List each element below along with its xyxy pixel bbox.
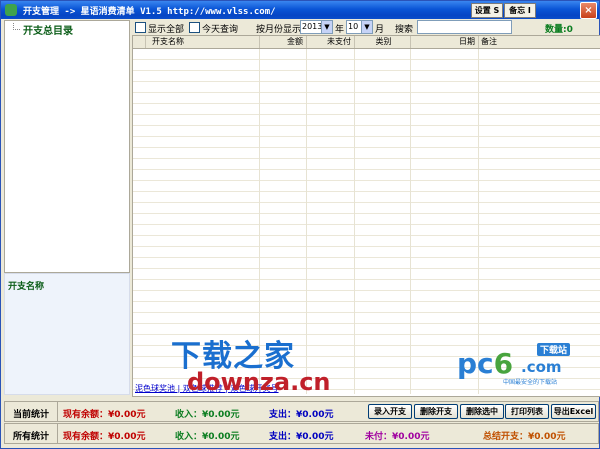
column-divider bbox=[354, 49, 355, 394]
column-header-marker[interactable] bbox=[133, 36, 146, 48]
month-select[interactable]: 10 ▼ bbox=[346, 20, 373, 34]
current-income: 收入：¥0.00元 bbox=[175, 410, 240, 420]
app-icon bbox=[5, 4, 17, 16]
current-stats-label: 当前统计 bbox=[13, 410, 50, 420]
column-divider bbox=[410, 49, 411, 394]
show-all-label: 显示全部 bbox=[148, 25, 185, 35]
all-stats-label: 所有统计 bbox=[13, 432, 50, 442]
search-input[interactable] bbox=[417, 20, 512, 34]
export-excel-button[interactable]: 导出Excel bbox=[551, 404, 596, 419]
pc6-logo-text: pc6 bbox=[457, 347, 514, 380]
month-label: 月 bbox=[375, 25, 385, 35]
total-balance: 现有余额：¥0.00元 bbox=[63, 432, 146, 442]
tree-root-item[interactable]: 开支总目录 bbox=[23, 22, 73, 37]
divider bbox=[57, 424, 58, 443]
pc6-logo-com: .com bbox=[521, 358, 562, 376]
watermark-pc6-logo: pc6 .com 下载站 中国最安全的下载站 bbox=[457, 343, 587, 386]
delete-expense-button[interactable]: 删除开支 bbox=[414, 404, 458, 419]
current-expense: 支出：¥0.00元 bbox=[269, 410, 334, 420]
year-select[interactable]: 2013 ▼ bbox=[300, 20, 333, 34]
record-count: 数量:0 bbox=[545, 25, 573, 35]
current-stats-bar: 当前统计 现有余额：¥0.00元 收入：¥0.00元 支出：¥0.00元 录入开… bbox=[4, 401, 599, 422]
year-label: 年 bbox=[335, 25, 345, 35]
memo-button[interactable]: 备忘 I bbox=[504, 3, 536, 18]
tree-connector-icon bbox=[13, 23, 20, 30]
table-header: 开支名称 金额 未支付 类别 日期 备注 bbox=[133, 36, 600, 49]
watermark-downza-url: downza.cn bbox=[187, 368, 331, 396]
show-all-checkbox[interactable] bbox=[135, 22, 146, 33]
category-tree[interactable]: 开支总目录 bbox=[4, 20, 130, 273]
column-header-date[interactable]: 日期 bbox=[411, 36, 479, 48]
column-header-unpaid[interactable]: 未支付 bbox=[307, 36, 355, 48]
chevron-down-icon[interactable]: ▼ bbox=[361, 21, 372, 33]
app-window: 开支管理 -> 星语消费清单 V1.5 http://www.vlss.com/… bbox=[0, 0, 600, 449]
by-month-label: 按月份显示 bbox=[256, 25, 302, 35]
column-header-note[interactable]: 备注 bbox=[479, 36, 600, 48]
filter-toolbar: 显示全部 今天查询 按月份显示 2013 ▼ 年 10 ▼ 月 搜索 数量:0 bbox=[131, 20, 599, 36]
month-value: 10 bbox=[348, 22, 359, 31]
add-expense-button[interactable]: 录入开支 bbox=[368, 404, 412, 419]
total-unpaid: 未付：¥0.00元 bbox=[365, 432, 430, 442]
left-pane: 开支总目录 开支名称 bbox=[4, 20, 130, 395]
close-icon[interactable]: × bbox=[580, 2, 597, 19]
today-checkbox[interactable] bbox=[189, 22, 200, 33]
total-expense: 支出：¥0.00元 bbox=[269, 432, 334, 442]
title-bar[interactable]: 开支管理 -> 星语消费清单 V1.5 http://www.vlss.com/… bbox=[1, 1, 599, 19]
print-list-button[interactable]: 打印列表 bbox=[505, 404, 549, 419]
detail-panel: 开支名称 bbox=[4, 273, 130, 395]
column-divider bbox=[306, 49, 307, 394]
detail-title: 开支名称 bbox=[8, 282, 45, 292]
divider bbox=[57, 402, 58, 421]
column-header-name[interactable]: 开支名称 bbox=[146, 36, 260, 48]
column-header-amount[interactable]: 金额 bbox=[260, 36, 307, 48]
total-summary: 总结开支：¥0.00元 bbox=[483, 432, 566, 442]
year-value: 2013 bbox=[302, 22, 323, 31]
pc6-badge: 下载站 bbox=[537, 343, 571, 356]
search-label: 搜索 bbox=[395, 25, 414, 35]
pc6-tagline: 中国最安全的下载站 bbox=[503, 379, 558, 386]
settings-button[interactable]: 设置 S bbox=[471, 3, 503, 18]
column-header-category[interactable]: 类别 bbox=[355, 36, 411, 48]
delete-selected-button[interactable]: 删除选中 bbox=[460, 404, 504, 419]
today-label: 今天查询 bbox=[202, 25, 239, 35]
total-income: 收入：¥0.00元 bbox=[175, 432, 240, 442]
all-stats-bar: 所有统计 现有余额：¥0.00元 收入：¥0.00元 支出：¥0.00元 未付：… bbox=[4, 423, 599, 444]
chevron-down-icon[interactable]: ▼ bbox=[321, 21, 332, 33]
current-balance: 现有余额：¥0.00元 bbox=[63, 410, 146, 420]
window-title: 开支管理 -> 星语消费清单 V1.5 http://www.vlss.com/ bbox=[23, 7, 276, 17]
